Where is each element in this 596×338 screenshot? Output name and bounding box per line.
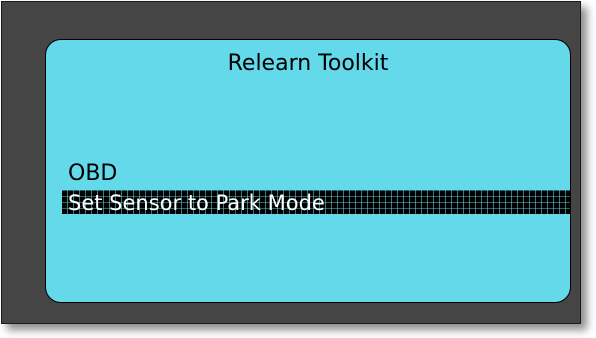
screen-title: Relearn Toolkit — [227, 51, 389, 76]
section-label: OBD — [68, 161, 118, 186]
device-bezel: Relearn Toolkit OBD Set Sensor to Park M… — [1, 1, 581, 324]
lcd-screen: Relearn Toolkit OBD Set Sensor to Park M… — [45, 39, 571, 303]
menu-item-label: Set Sensor to Park Mode — [68, 191, 325, 215]
